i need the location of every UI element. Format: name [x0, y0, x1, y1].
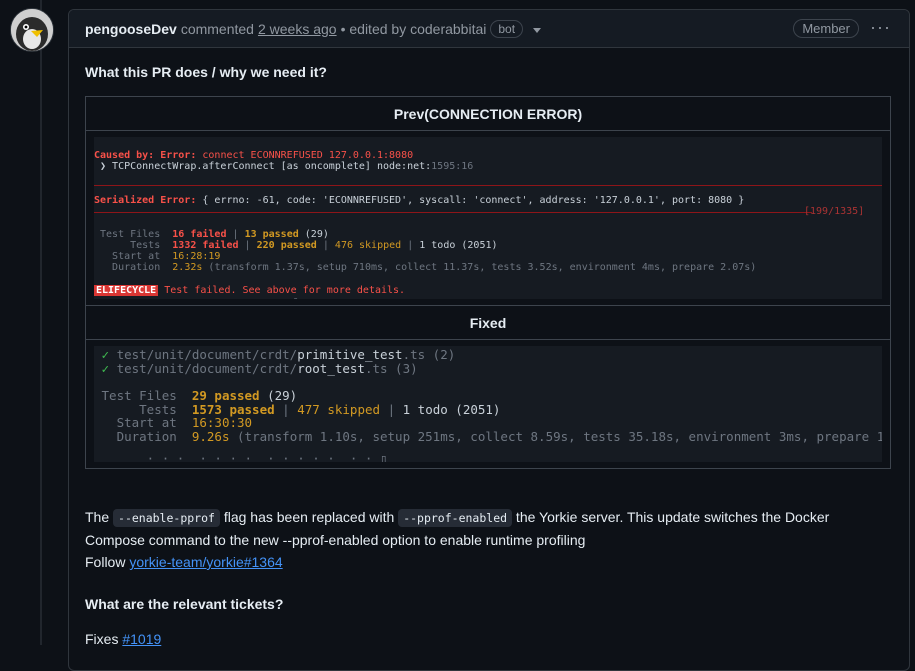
terminal-line: Test Files 16 failed | 13 passed (29) [94, 229, 329, 240]
terminal-line: Start at 16:28:19 [94, 251, 220, 262]
table-header-prev: Prev(CONNECTION ERROR) [85, 96, 891, 131]
terminal-text: 1 todo (2051) [419, 240, 498, 251]
terminal-text: Duration [94, 262, 173, 273]
edited-by-text: • edited by coderabbitai [340, 20, 487, 37]
terminal-text: Tests [94, 240, 173, 251]
table-cell-fixed: ✓ test/unit/document/crdt/primitive_test… [85, 339, 891, 469]
terminal-cutoff-line: · · · · · · · · · · [94, 137, 251, 142]
terminal-text: primitive_test [297, 347, 403, 362]
heading-what-this-pr-does: What this PR does / why we need it? [85, 64, 327, 80]
terminal-cutoff-line: · · · · · · · · · · · · · · ▯ [94, 296, 299, 299]
terminal-line: ✓ test/unit/document/crdt/root_test.ts (… [94, 362, 418, 376]
terminal-text: (29) [267, 388, 298, 403]
terminal-text: 29 passed [191, 388, 260, 403]
terminal-text: 477 skipped [297, 402, 381, 417]
terminal-text: 1 todo (2051) [402, 402, 501, 417]
timeline-line [40, 0, 42, 645]
table-cell-prev: · · · · · · · · · · Caused by: Error: co… [85, 130, 891, 306]
terminal-text: Test failed. See above for more details. [164, 285, 406, 296]
table-header-fixed: Fixed [85, 305, 891, 340]
terminal-text: 9.26s [191, 429, 230, 444]
terminal-text: test/unit/document/crdt/ [116, 347, 298, 362]
role-badge: Member [793, 19, 859, 38]
kebab-menu-icon[interactable]: ··· [870, 18, 891, 36]
terminal-line: Duration 9.26s (transform 1.10s, setup 2… [94, 430, 882, 444]
terminal-text: 220 passed [256, 240, 317, 251]
comment-header: pengooseDev commented 2 weeks ago • edit… [69, 10, 909, 48]
terminal-text: Serialized Error: [94, 195, 197, 206]
terminal-text: Test Files [94, 229, 173, 240]
action-text: commented [180, 20, 254, 37]
elifecycle-badge: ELIFECYCLE [94, 285, 159, 296]
penguin-avatar-icon [11, 9, 53, 51]
inline-code: --pprof-enabled [398, 509, 513, 527]
terminal-line: ✓ test/unit/document/crdt/primitive_test… [94, 347, 456, 362]
timestamp-link[interactable]: 2 weeks ago [258, 21, 337, 37]
terminal-text: 16 failed [172, 229, 227, 240]
edit-history-chevron-down-icon[interactable] [533, 27, 542, 33]
terminal-screenshot-fixed: ✓ test/unit/document/crdt/primitive_test… [94, 346, 882, 462]
terminal-text: test/unit/document/crdt/ [116, 361, 298, 376]
terminal-cutoff-line: · · · · · · · · · · · · · · ▯ [94, 451, 388, 462]
check-icon: ✓ [101, 347, 110, 362]
terminal-text: (transform 1.10s, setup 251ms, collect 8… [237, 429, 882, 444]
terminal-text: connect ECONNREFUSED 127.0.0.1:8080 [202, 150, 414, 161]
terminal-text: 1595:16 [431, 161, 474, 172]
screenshot-table: Prev(CONNECTION ERROR) · · · · · · · · ·… [85, 96, 891, 469]
bot-badge: bot [490, 19, 524, 38]
terminal-text: root_test [297, 361, 365, 376]
terminal-text: 16:30:30 [191, 415, 253, 430]
terminal-text: Duration [101, 429, 192, 444]
terminal-counter: [199/1335] [804, 206, 865, 217]
terminal-text: Test Files [101, 388, 192, 403]
terminal-line: Serialized Error: { errno: -61, code: 'E… [94, 195, 744, 206]
description-paragraph: The --enable-pprof flag has been replace… [85, 506, 885, 573]
terminal-text: .ts (3) [364, 361, 418, 376]
follow-link[interactable]: yorkie-team/yorkie#1364 [129, 554, 282, 570]
avatar[interactable] [10, 8, 54, 52]
terminal-text: ❯ TCPConnectWrap.afterConnect [as oncomp… [94, 161, 432, 172]
paragraph-text: flag has been replaced with [219, 509, 399, 525]
terminal-text: Start at [94, 251, 173, 262]
heading-relevant-tickets: What are the relevant tickets? [85, 596, 284, 612]
terminal-text: .ts (2) [402, 347, 456, 362]
follow-text: Follow [85, 554, 130, 570]
terminal-line: ❯ TCPConnectWrap.afterConnect [as oncomp… [94, 161, 473, 172]
terminal-text: (transform 1.37s, setup 710ms, collect 1… [208, 262, 757, 273]
terminal-line: Test Files 29 passed (29) [94, 388, 298, 403]
terminal-line: Tests 1332 failed | 220 passed | 476 ski… [94, 240, 498, 251]
author-name[interactable]: pengooseDev [85, 21, 177, 37]
terminal-separator [94, 185, 882, 186]
terminal-line: Duration 2.32s (transform 1.37s, setup 7… [94, 262, 756, 273]
terminal-text: 476 skipped [334, 240, 402, 251]
terminal-text: 2.32s [172, 262, 203, 273]
terminal-screenshot-prev: · · · · · · · · · · Caused by: Error: co… [94, 137, 882, 299]
terminal-text: Start at [101, 415, 192, 430]
fixes-paragraph: Fixes #1019 [85, 628, 885, 650]
paragraph-text: The [85, 509, 114, 525]
terminal-text: Caused by: Error: [94, 150, 197, 161]
terminal-text: { errno: -61, code: 'ECONNREFUSED', sysc… [202, 195, 745, 206]
terminal-line: ELIFECYCLE Test failed. See above for mo… [94, 285, 405, 296]
terminal-line: Caused by: Error: connect ECONNREFUSED 1… [94, 150, 413, 161]
terminal-text: (29) [304, 229, 329, 240]
comment-box: pengooseDev commented 2 weeks ago • edit… [68, 9, 910, 671]
terminal-text: 13 passed [244, 229, 299, 240]
inline-code: --enable-pprof [113, 509, 220, 527]
terminal-separator [94, 212, 812, 213]
terminal-line: Start at 16:30:30 [94, 416, 252, 430]
check-icon: ✓ [101, 361, 110, 376]
terminal-text: 16:28:19 [172, 251, 221, 262]
terminal-text: 1332 failed [172, 240, 239, 251]
